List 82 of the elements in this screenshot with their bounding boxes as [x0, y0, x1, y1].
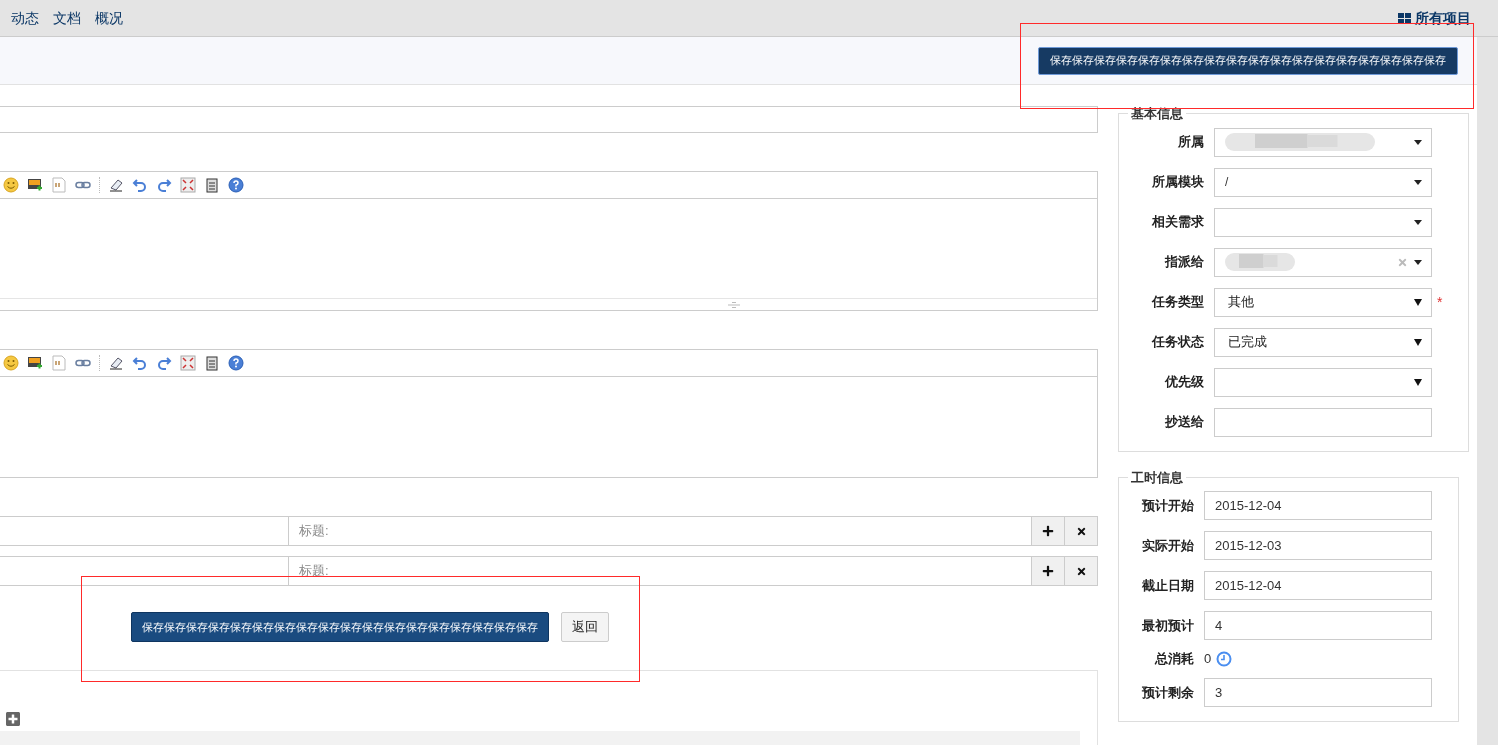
scrollbar[interactable]	[1477, 37, 1498, 745]
expand-icon[interactable]	[5, 711, 21, 727]
help-icon[interactable]	[228, 355, 244, 371]
select-value: 已完成	[1227, 333, 1267, 352]
redo-icon[interactable]	[156, 355, 172, 371]
field-label: 预计剩余	[1142, 683, 1194, 702]
caret-icon	[1414, 298, 1422, 306]
plus-icon	[1042, 525, 1054, 537]
file-title-field[interactable]: 标题:	[289, 516, 1032, 546]
plus-icon	[1042, 565, 1054, 577]
field-label: 抄送给	[1165, 413, 1204, 432]
field-label: 任务类型	[1152, 293, 1204, 312]
field-label: 最初预计	[1142, 616, 1194, 635]
close-icon	[1075, 565, 1087, 577]
image-icon[interactable]	[27, 355, 43, 371]
close-icon	[1075, 525, 1087, 537]
field-label: 优先级	[1165, 373, 1204, 392]
field-label: 相关需求	[1152, 213, 1204, 232]
image-icon[interactable]	[27, 177, 43, 193]
undo-icon[interactable]	[132, 355, 148, 371]
nav-link[interactable]: 文档	[53, 7, 81, 29]
fullscreen-icon[interactable]	[180, 355, 196, 371]
clipboard-icon[interactable]	[204, 355, 220, 371]
code-icon[interactable]	[51, 177, 67, 193]
text-field[interactable]: 2015-12-04	[1204, 491, 1432, 520]
consumed-value: 0	[1204, 650, 1212, 669]
select-field[interactable]	[1214, 127, 1432, 157]
field-label: 任务状态	[1152, 333, 1204, 352]
remove-button[interactable]	[1065, 556, 1098, 586]
field-label: 截止日期	[1142, 576, 1194, 595]
select-field[interactable]	[1214, 367, 1432, 397]
caret-icon	[1414, 219, 1422, 225]
add-button[interactable]	[1032, 556, 1065, 586]
clock-icon[interactable]	[1216, 651, 1233, 667]
save-button[interactable]: 保存保存保存保存保存保存保存保存保存保存保存保存保存保存保存保存保存保存	[131, 612, 549, 642]
undo-icon[interactable]	[132, 177, 148, 193]
field-label: 实际开始	[1142, 536, 1194, 555]
grid-icon	[1398, 12, 1411, 24]
required-mark: *	[1437, 292, 1443, 312]
nav-link[interactable]: 动态	[11, 7, 39, 29]
fullscreen-icon[interactable]	[180, 177, 196, 193]
help-icon[interactable]	[228, 177, 244, 193]
text-field[interactable]: 2015-12-03	[1204, 531, 1432, 560]
caret-icon	[1414, 338, 1422, 346]
file-field[interactable]	[0, 516, 289, 546]
remove-button[interactable]	[1065, 516, 1098, 546]
caret-icon	[1414, 378, 1422, 386]
panel-title: 工时信息	[1130, 468, 1184, 487]
back-button[interactable]: 返回	[561, 612, 609, 642]
text-field[interactable]: 4	[1204, 611, 1432, 640]
resize-handle[interactable]	[0, 298, 1097, 310]
file-title-field[interactable]: 标题:	[289, 556, 1032, 586]
select-field[interactable]: 其他	[1214, 287, 1432, 317]
eraser-icon[interactable]	[108, 355, 124, 371]
select-field[interactable]: 已完成	[1214, 327, 1432, 357]
text-field[interactable]: 3	[1204, 678, 1432, 707]
select-field[interactable]	[1214, 207, 1432, 237]
add-button[interactable]	[1032, 516, 1065, 546]
save-button[interactable]: 保存保存保存保存保存保存保存保存保存保存保存保存保存保存保存保存保存保存	[1038, 46, 1458, 75]
select-value: /	[1225, 174, 1229, 191]
caret-icon	[1414, 179, 1422, 185]
field-label: 所属	[1178, 133, 1204, 152]
title-field[interactable]	[0, 106, 1098, 133]
field-label: 预计开始	[1142, 496, 1194, 515]
code-icon[interactable]	[51, 355, 67, 371]
redo-icon[interactable]	[156, 177, 172, 193]
text-field[interactable]: 2015-12-04	[1204, 571, 1432, 600]
select-value: 其他	[1227, 293, 1254, 312]
clipboard-icon[interactable]	[204, 177, 220, 193]
smiley-icon[interactable]	[3, 355, 19, 371]
file-field[interactable]	[0, 556, 289, 586]
field-label: 总消耗	[1155, 650, 1194, 669]
select-field[interactable]	[1214, 247, 1432, 277]
eraser-icon[interactable]	[108, 177, 124, 193]
select-field[interactable]: /	[1214, 167, 1432, 197]
field-label: 指派给	[1165, 253, 1204, 272]
caret-icon	[1414, 139, 1422, 145]
text-field[interactable]	[1214, 407, 1432, 437]
nav-link[interactable]: 概况	[95, 7, 123, 29]
field-label: 所属模块	[1152, 173, 1204, 192]
smiley-icon[interactable]	[3, 177, 19, 193]
caret-icon	[1414, 259, 1422, 265]
